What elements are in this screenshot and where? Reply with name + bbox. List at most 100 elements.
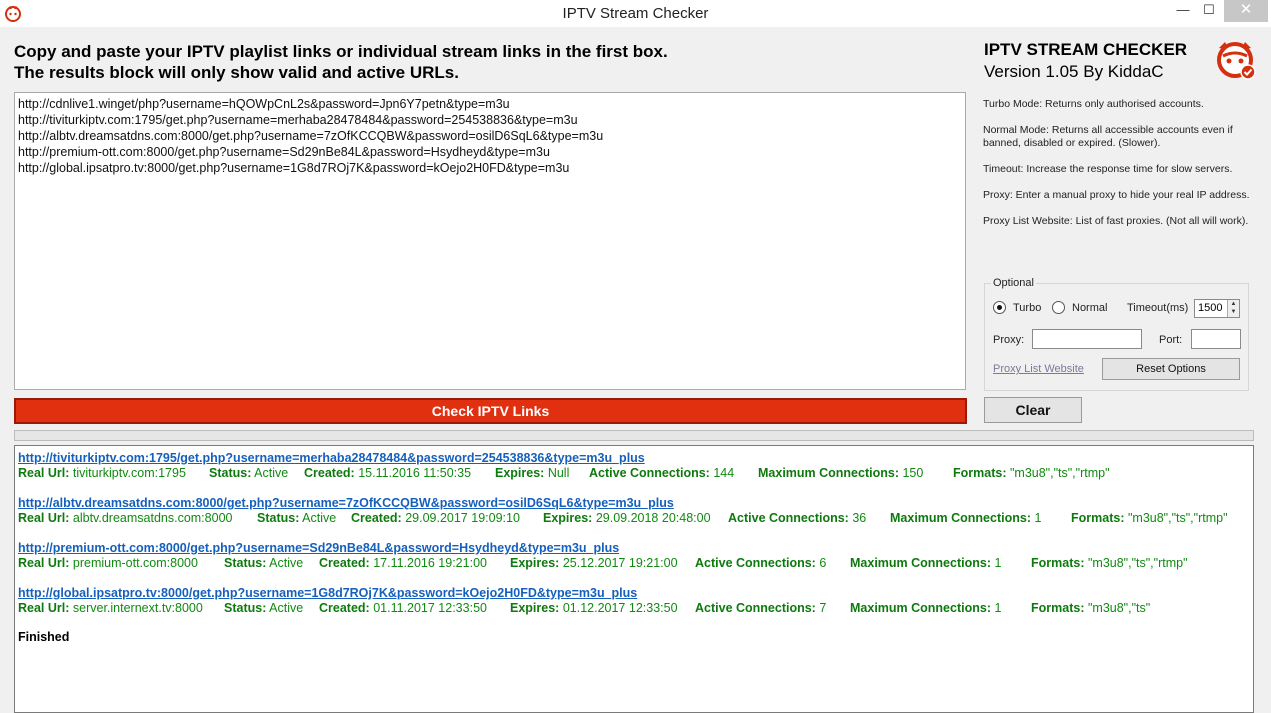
created-value: 01.11.2017 12:33:50 (373, 601, 487, 615)
finished-label: Finished (18, 630, 70, 644)
formats-label: Formats: (1071, 511, 1125, 525)
minimize-button[interactable]: — (1170, 0, 1196, 22)
port-input[interactable] (1191, 329, 1241, 349)
created-label: Created: (319, 601, 370, 615)
formats-value: "m3u8","ts","rtmp" (1009, 466, 1110, 480)
input-line: http://premium-ott.com:8000/get.php?user… (18, 145, 550, 159)
progress-bar (14, 430, 1254, 441)
result-info: Real Url: albtv.dreamsatdns.com:8000 Sta… (18, 511, 1250, 527)
instructions: Copy and paste your IPTV playlist links … (14, 41, 964, 83)
check-links-button[interactable]: Check IPTV Links (14, 398, 967, 424)
created-value: 15.11.2016 11:50:35 (358, 466, 472, 480)
active-connections-value: 7 (819, 601, 827, 615)
options-legend: Optional (991, 277, 1036, 289)
close-button[interactable]: ✕ (1224, 0, 1268, 22)
formats-value: "m3u8","ts","rtmp" (1087, 556, 1188, 570)
app-version: Version 1.05 By KiddaC (984, 62, 1164, 81)
expires-value: 29.09.2018 20:48:00 (595, 511, 711, 525)
proxy-input[interactable] (1032, 329, 1142, 349)
normal-label: Normal (1072, 302, 1108, 314)
result-link[interactable]: http://tiviturkiptv.com:1795/get.php?use… (18, 450, 1250, 466)
timeout-spinner[interactable]: 1500 ▲ ▼ (1194, 299, 1240, 318)
real-url-label: Real Url: (18, 511, 70, 525)
playlist-input[interactable]: http://cdnlive1.winget/php?username=hQOW… (14, 92, 966, 390)
active-connections-value: 6 (819, 556, 827, 570)
proxy-description: Proxy: Enter a manual proxy to hide your… (983, 189, 1250, 201)
status-value: Active (254, 466, 289, 480)
result-link[interactable]: http://albtv.dreamsatdns.com:8000/get.ph… (18, 495, 1250, 511)
real-url-value: server.internext.tv:8000 (72, 601, 203, 615)
active-connections-value: 36 (852, 511, 867, 525)
turbo-radio[interactable] (993, 301, 1006, 314)
clear-button[interactable]: Clear (984, 397, 1082, 423)
expires-label: Expires: (495, 466, 545, 480)
formats-label: Formats: (1031, 556, 1085, 570)
active-connections-value: 144 (713, 466, 735, 480)
expires-value: 25.12.2017 19:21:00 (562, 556, 678, 570)
spinner-arrows-icon[interactable]: ▲ ▼ (1227, 300, 1239, 317)
max-connections-label: Maximum Connections: (850, 601, 991, 615)
timeout-description: Timeout: Increase the response time for … (983, 163, 1233, 175)
formats-value: "m3u8","ts" (1087, 601, 1151, 615)
result-link[interactable]: http://premium-ott.com:8000/get.php?user… (18, 540, 1250, 556)
result-entry: http://premium-ott.com:8000/get.php?user… (18, 540, 1250, 572)
real-url-value: tiviturkiptv.com:1795 (72, 466, 186, 480)
input-line: http://global.ipsatpro.tv:8000/get.php?u… (18, 161, 570, 175)
mode-descriptions: Turbo Mode: Returns only authorised acco… (983, 98, 1253, 241)
status-label: Status: (224, 601, 267, 615)
real-url-value: premium-ott.com:8000 (72, 556, 198, 570)
result-entry: http://global.ipsatpro.tv:8000/get.php?u… (18, 585, 1250, 617)
input-line: http://cdnlive1.winget/php?username=hQOW… (18, 97, 510, 111)
maximize-button[interactable]: ☐ (1196, 0, 1222, 22)
timeout-value: 1500 (1198, 302, 1223, 314)
formats-label: Formats: (953, 466, 1007, 480)
status-label: Status: (209, 466, 252, 480)
expires-value: Null (547, 466, 570, 480)
app-name: IPTV STREAM CHECKER (984, 40, 1188, 59)
active-connections-label: Active Connections: (728, 511, 849, 525)
turbo-mode-description: Turbo Mode: Returns only authorised acco… (983, 98, 1204, 110)
status-value: Active (269, 601, 304, 615)
status-label: Status: (224, 556, 267, 570)
formats-label: Formats: (1031, 601, 1085, 615)
formats-value: "m3u8","ts","rtmp" (1127, 511, 1228, 525)
active-connections-label: Active Connections: (589, 466, 710, 480)
app-logo-icon (1217, 42, 1256, 80)
proxy-list-website-link[interactable]: Proxy List Website (993, 363, 1084, 375)
status-value: Active (269, 556, 304, 570)
title-bar: IPTV Stream Checker — ☐ ✕ (0, 0, 1271, 28)
side-header: IPTV STREAM CHECKER Version 1.05 By Kidd… (984, 40, 1187, 82)
results-box[interactable]: http://tiviturkiptv.com:1795/get.php?use… (14, 445, 1254, 713)
input-line: http://albtv.dreamsatdns.com:8000/get.ph… (18, 129, 604, 143)
active-connections-label: Active Connections: (695, 556, 816, 570)
max-connections-label: Maximum Connections: (758, 466, 899, 480)
instructions-line-1: Copy and paste your IPTV playlist links … (14, 42, 668, 61)
timeout-label: Timeout(ms) (1127, 302, 1189, 314)
normal-mode-description: Normal Mode: Returns all accessible acco… (983, 124, 1233, 149)
result-entry: http://albtv.dreamsatdns.com:8000/get.ph… (18, 495, 1250, 527)
max-connections-label: Maximum Connections: (850, 556, 991, 570)
turbo-label: Turbo (1013, 302, 1042, 314)
max-connections-value: 1 (1034, 511, 1042, 525)
created-value: 29.09.2017 19:09:10 (405, 511, 520, 525)
port-label: Port: (1159, 334, 1183, 346)
active-connections-label: Active Connections: (695, 601, 816, 615)
max-connections-value: 1 (994, 601, 1002, 615)
status-value: Active (302, 511, 337, 525)
real-url-label: Real Url: (18, 601, 70, 615)
input-line: http://tiviturkiptv.com:1795/get.php?use… (18, 113, 578, 127)
normal-radio[interactable] (1052, 301, 1065, 314)
real-url-value: albtv.dreamsatdns.com:8000 (72, 511, 233, 525)
result-link[interactable]: http://global.ipsatpro.tv:8000/get.php?u… (18, 585, 1250, 601)
expires-label: Expires: (510, 601, 560, 615)
reset-options-button[interactable]: Reset Options (1102, 358, 1240, 380)
proxy-list-description: Proxy List Website: List of fast proxies… (983, 215, 1249, 227)
instructions-line-2: The results block will only show valid a… (14, 63, 459, 82)
real-url-label: Real Url: (18, 466, 70, 480)
max-connections-label: Maximum Connections: (890, 511, 1031, 525)
created-label: Created: (304, 466, 355, 480)
expires-value: 01.12.2017 12:33:50 (562, 601, 678, 615)
max-connections-value: 1 (994, 556, 1002, 570)
result-info: Real Url: server.internext.tv:8000 Statu… (18, 601, 1250, 617)
expires-label: Expires: (543, 511, 593, 525)
